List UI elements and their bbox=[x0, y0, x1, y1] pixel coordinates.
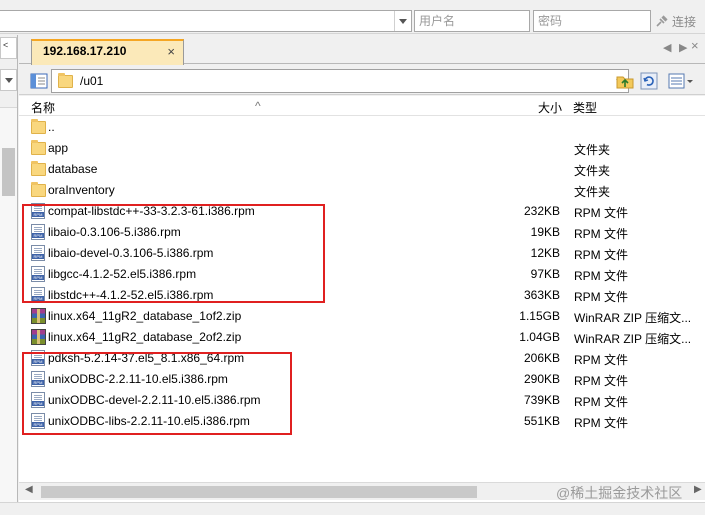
file-name: linux.x64_11gR2_database_2of2.zip bbox=[48, 330, 242, 344]
host-dropdown-button[interactable] bbox=[394, 11, 411, 31]
close-all-icon[interactable]: × bbox=[691, 38, 699, 53]
file-type: RPM 文件 bbox=[574, 290, 629, 304]
scroll-left-icon[interactable]: ◀ bbox=[25, 484, 33, 495]
file-type: RPM 文件 bbox=[574, 353, 629, 367]
file-name: database bbox=[48, 162, 98, 176]
file-type: RPM 文件 bbox=[574, 269, 629, 283]
file-size: 1.15GB bbox=[519, 309, 560, 323]
list-item[interactable]: .. bbox=[19, 117, 705, 138]
local-pane-nav[interactable]: < bbox=[0, 37, 17, 59]
watermark: @稀土掘金技术社区 bbox=[556, 485, 683, 501]
file-type: 文件夹 bbox=[574, 185, 611, 199]
username-placeholder: 用户名 bbox=[419, 14, 456, 28]
highlight-box-top bbox=[22, 204, 325, 303]
folder-icon bbox=[31, 140, 47, 156]
column-header: ^ 名称 大小 类型 bbox=[19, 96, 705, 116]
remote-file-list: ^ 名称 大小 类型 .. app 文件夹 database 文件夹 oraInvento… bbox=[19, 96, 705, 504]
tab-session[interactable]: 192.168.17.210 × bbox=[31, 39, 184, 65]
plug-icon bbox=[656, 15, 668, 27]
sort-ascending-icon: ^ bbox=[255, 99, 261, 113]
file-type: RPM 文件 bbox=[574, 248, 629, 262]
tab-scroll-right-icon[interactable]: ▶ bbox=[679, 41, 687, 54]
file-name: linux.x64_11gR2_database_1of2.zip bbox=[48, 309, 242, 323]
list-item[interactable]: oraInventory 文件夹 bbox=[19, 180, 705, 201]
list-item[interactable]: app 文件夹 bbox=[19, 138, 705, 159]
local-vertical-scrollbar[interactable] bbox=[0, 107, 17, 512]
view-toggle-icon[interactable] bbox=[29, 71, 49, 91]
file-type: RPM 文件 bbox=[574, 227, 629, 241]
folder-icon bbox=[31, 182, 47, 198]
file-size: 739KB bbox=[523, 393, 560, 407]
file-size: 551KB bbox=[523, 414, 560, 428]
highlight-box-bottom bbox=[22, 352, 292, 435]
file-size: 97KB bbox=[530, 267, 560, 281]
remote-path-bar: /u01 bbox=[19, 65, 705, 95]
file-size: 363KB bbox=[523, 288, 560, 302]
password-placeholder: 密码 bbox=[538, 14, 563, 28]
file-type: 文件夹 bbox=[574, 143, 611, 157]
chevron-down-icon bbox=[5, 78, 13, 83]
path-input[interactable]: /u01 bbox=[51, 69, 629, 93]
file-name: .. bbox=[48, 120, 55, 134]
folder-icon bbox=[31, 119, 47, 135]
file-size: 232KB bbox=[523, 204, 560, 218]
connect-label: 连接 bbox=[672, 14, 697, 29]
column-type[interactable]: 类型 bbox=[573, 99, 597, 116]
tab-scroll-left-icon[interactable]: ◀ bbox=[663, 41, 671, 54]
local-path-combo[interactable] bbox=[0, 69, 17, 91]
file-size: 290KB bbox=[523, 372, 560, 386]
file-size: 206KB bbox=[523, 351, 560, 365]
list-item[interactable]: linux.x64_11gR2_database_1of2.zip 1.15GB W… bbox=[19, 306, 705, 327]
folder-icon bbox=[31, 161, 47, 177]
winrar-zip-icon bbox=[31, 308, 47, 324]
file-type: 文件夹 bbox=[574, 164, 611, 178]
connect-button[interactable]: 连接 bbox=[655, 10, 705, 32]
view-mode-icon[interactable] bbox=[667, 71, 695, 91]
chevron-down-icon bbox=[399, 18, 407, 24]
column-size[interactable]: 大小 bbox=[538, 99, 562, 116]
scroll-right-icon[interactable]: ▶ bbox=[694, 484, 702, 495]
parent-folder-icon[interactable] bbox=[615, 71, 635, 91]
file-name: app bbox=[48, 141, 69, 155]
local-pane: < bbox=[0, 35, 18, 515]
file-type: RPM 文件 bbox=[574, 374, 629, 388]
status-bar bbox=[0, 502, 705, 515]
file-size: 19KB bbox=[530, 225, 560, 239]
winrar-zip-icon bbox=[31, 329, 47, 345]
file-type: RPM 文件 bbox=[574, 206, 629, 220]
file-size: 12KB bbox=[530, 246, 560, 260]
folder-icon bbox=[58, 73, 73, 88]
list-item[interactable]: linux.x64_11gR2_database_2of2.zip 1.04GB W… bbox=[19, 327, 705, 348]
list-item[interactable]: database 文件夹 bbox=[19, 159, 705, 180]
chevron-left-icon: < bbox=[3, 40, 9, 50]
connection-toolbar: 用户名 密码 连接 bbox=[0, 0, 705, 34]
path-value: /u01 bbox=[80, 74, 104, 88]
password-field[interactable]: 密码 bbox=[533, 10, 651, 32]
session-tabbar: 192.168.17.210 × ◀ ▶ × bbox=[19, 35, 705, 65]
horizontal-scroll-thumb[interactable] bbox=[41, 486, 477, 498]
column-name[interactable]: 名称 bbox=[31, 99, 55, 116]
host-combo[interactable] bbox=[0, 10, 412, 32]
file-type: WinRAR ZIP 压缩文... bbox=[574, 311, 692, 325]
file-name: oraInventory bbox=[48, 183, 115, 197]
tab-title: 192.168.17.210 bbox=[43, 44, 127, 58]
file-type: RPM 文件 bbox=[574, 416, 629, 430]
refresh-icon[interactable] bbox=[639, 71, 659, 91]
local-scroll-thumb[interactable] bbox=[2, 148, 15, 196]
username-field[interactable]: 用户名 bbox=[414, 10, 530, 32]
file-type: RPM 文件 bbox=[574, 395, 629, 409]
file-size: 1.04GB bbox=[519, 330, 560, 344]
file-type: WinRAR ZIP 压缩文... bbox=[574, 332, 692, 346]
close-icon[interactable]: × bbox=[167, 41, 175, 62]
